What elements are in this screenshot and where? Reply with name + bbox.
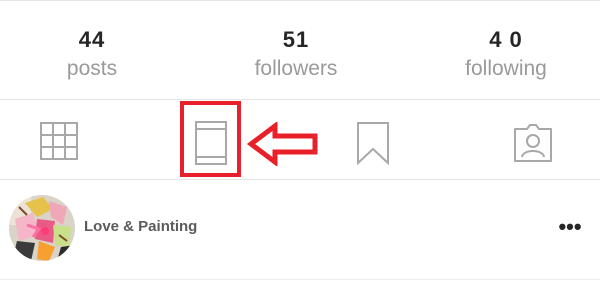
following-stat[interactable]: 4 0 following (436, 27, 576, 83)
followers-count: 51 (282, 27, 310, 52)
post-author-name[interactable]: Love & Painting (84, 218, 197, 235)
following-count: 4 0 (489, 27, 523, 52)
painting-avatar-icon (9, 195, 75, 261)
annotation-highlight-box (180, 101, 241, 177)
posts-stat[interactable]: 44 posts (22, 27, 162, 83)
grid-icon (40, 122, 78, 160)
avatar[interactable] (9, 195, 75, 261)
followers-label: followers (254, 57, 338, 80)
tab-grid[interactable] (19, 100, 99, 180)
tagged-photos-icon (514, 124, 552, 162)
more-options-icon[interactable]: ••• (552, 212, 588, 242)
bookmark-icon (357, 122, 389, 165)
annotation-arrow-icon (246, 122, 318, 166)
profile-stats-bar: 44 posts 51 followers 4 0 following (0, 0, 600, 100)
post-header: Love & Painting ••• (0, 180, 600, 280)
followers-stat[interactable]: 51 followers (226, 27, 366, 83)
tab-tagged[interactable] (491, 100, 571, 180)
tab-saved[interactable] (333, 100, 413, 180)
following-label: following (465, 57, 547, 80)
posts-count: 44 (78, 27, 106, 52)
posts-label: posts (66, 57, 118, 80)
